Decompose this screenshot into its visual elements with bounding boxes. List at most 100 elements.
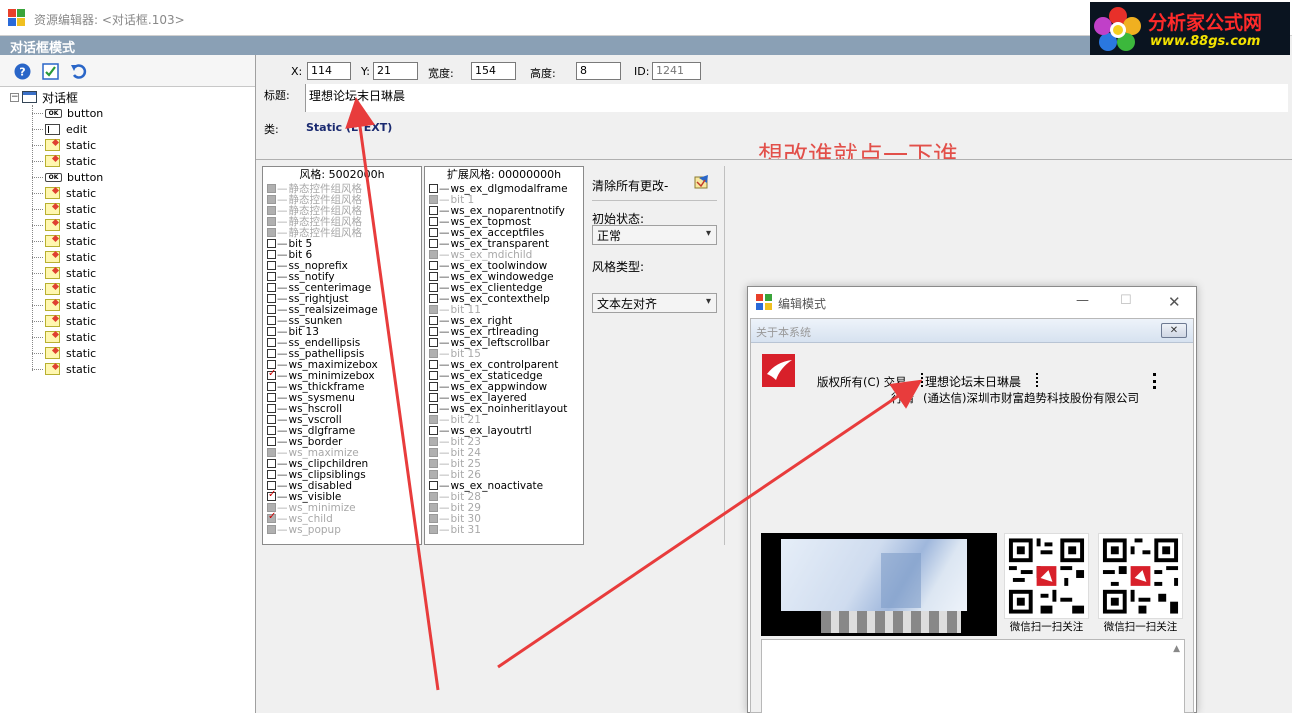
style-option[interactable]: —ws_minimizebox	[263, 368, 421, 382]
checkbox[interactable]	[267, 305, 276, 314]
checkbox[interactable]	[267, 437, 276, 446]
checkbox[interactable]	[267, 327, 276, 336]
checkbox[interactable]	[429, 393, 438, 402]
tree-item-static[interactable]: static	[32, 313, 96, 329]
about-close-button[interactable]: ✕	[1161, 323, 1187, 338]
style-option[interactable]: — ss_sunken	[263, 315, 421, 327]
style-option[interactable]: — ss_rightjust	[263, 293, 421, 305]
exstyle-option[interactable]: — ws_ex_layoutrtl	[425, 425, 583, 437]
checkbox[interactable]	[267, 415, 276, 424]
clear-changes-icon[interactable]	[693, 174, 711, 190]
checkbox[interactable]	[429, 404, 438, 413]
checkbox[interactable]	[429, 261, 438, 270]
style-option[interactable]: — ws_maximizebox	[263, 359, 421, 371]
tree-item-static[interactable]: static	[32, 297, 96, 313]
exstyle-option[interactable]: — ws_ex_topmost	[425, 216, 583, 228]
checkbox[interactable]	[429, 371, 438, 380]
scroll-up-icon[interactable]: ▲	[1173, 644, 1180, 654]
checkbox[interactable]	[267, 489, 276, 501]
checkbox[interactable]	[429, 360, 438, 369]
company-line2[interactable]: (通达信)深圳市财富趋势科技股份有限公司	[923, 390, 1139, 406]
tree-item-static[interactable]: static	[32, 265, 96, 281]
checkbox[interactable]	[267, 470, 276, 479]
minimize-icon[interactable]: —	[1076, 293, 1089, 308]
checkbox[interactable]	[267, 294, 276, 303]
style-option[interactable]: — ws_sysmenu	[263, 392, 421, 404]
style-option[interactable]: — ss_pathellipsis	[263, 348, 421, 360]
exstyle-option[interactable]: — ws_ex_layered	[425, 392, 583, 404]
checkbox[interactable]	[429, 272, 438, 281]
tree-item-static[interactable]: static	[32, 249, 96, 265]
checkbox[interactable]	[267, 393, 276, 402]
checkbox[interactable]	[267, 368, 276, 380]
clear-changes-label[interactable]: 清除所有更改-	[592, 177, 668, 194]
style-option[interactable]: — ss_noprefix	[263, 260, 421, 272]
exstyle-option[interactable]: — ws_ex_windowedge	[425, 271, 583, 283]
exstyle-option[interactable]: — ws_ex_contexthelp	[425, 293, 583, 305]
exstyle-option[interactable]: — ws_ex_right	[425, 315, 583, 327]
close-icon[interactable]: ✕	[1168, 293, 1181, 311]
tree-item-static[interactable]: static	[32, 137, 96, 153]
checkbox[interactable]	[267, 250, 276, 259]
style-option[interactable]: — ss_realsizeimage	[263, 304, 421, 316]
tree-item-edit[interactable]: edit	[32, 121, 87, 137]
x-input[interactable]: 114	[307, 62, 351, 80]
tree-item-static[interactable]: static	[32, 361, 96, 377]
style-option[interactable]: — ws_border	[263, 436, 421, 448]
exstyle-option[interactable]: — ws_ex_noparentnotify	[425, 205, 583, 217]
checkbox[interactable]	[429, 316, 438, 325]
exstyle-option[interactable]: — ws_ex_acceptfiles	[425, 227, 583, 239]
exstyle-option[interactable]: — ws_ex_rtlreading	[425, 326, 583, 338]
checkbox[interactable]	[267, 283, 276, 292]
checkbox[interactable]	[429, 239, 438, 248]
undo-icon[interactable]	[70, 63, 87, 80]
checkbox[interactable]	[267, 272, 276, 281]
style-option[interactable]: — ws_hscroll	[263, 403, 421, 415]
exstyle-option[interactable]: — ws_ex_clientedge	[425, 282, 583, 294]
company-line1[interactable]: 理想论坛末日琳晨	[925, 373, 1021, 390]
checkbox[interactable]	[267, 382, 276, 391]
style-option[interactable]: — bit 13	[263, 326, 421, 338]
tree-item-static[interactable]: static	[32, 185, 96, 201]
checkbox[interactable]	[429, 283, 438, 292]
tree-item-static[interactable]: static	[32, 201, 96, 217]
exstyle-option[interactable]: — ws_ex_noinheritlayout	[425, 403, 583, 415]
style-option[interactable]: — ws_thickframe	[263, 381, 421, 393]
checkbox[interactable]	[429, 294, 438, 303]
initial-state-select[interactable]: 正常 ▾	[592, 225, 717, 245]
checkbox[interactable]	[267, 316, 276, 325]
style-option[interactable]: —ws_visible	[263, 489, 421, 503]
style-option[interactable]: — ss_notify	[263, 271, 421, 283]
checkbox[interactable]	[267, 338, 276, 347]
style-option[interactable]: — ws_clipchildren	[263, 458, 421, 470]
style-option[interactable]: — ws_dlgframe	[263, 425, 421, 437]
checkbox[interactable]	[429, 217, 438, 226]
tree-item-button[interactable]: OK button	[32, 105, 103, 121]
exstyle-option[interactable]: — ws_ex_appwindow	[425, 381, 583, 393]
style-option[interactable]: — ss_endellipsis	[263, 337, 421, 349]
exstyle-option[interactable]: — ws_ex_controlparent	[425, 359, 583, 371]
tree-root-dialog[interactable]: − 对话框	[10, 89, 78, 105]
checkbox[interactable]	[267, 261, 276, 270]
checkbox[interactable]	[267, 404, 276, 413]
style-option[interactable]: — ss_centerimage	[263, 282, 421, 294]
height-input[interactable]: 8	[576, 62, 621, 80]
width-input[interactable]: 154	[471, 62, 516, 80]
title-input[interactable]: 理想论坛末日琳晨	[305, 84, 1288, 112]
tree-item-static[interactable]: static	[32, 217, 96, 233]
checkbox[interactable]	[267, 349, 276, 358]
checkbox[interactable]	[267, 459, 276, 468]
checkbox[interactable]	[429, 327, 438, 336]
style-option[interactable]: — bit 6	[263, 249, 421, 261]
checkbox[interactable]	[429, 206, 438, 215]
help-icon[interactable]: ?	[14, 63, 31, 80]
exstyle-option[interactable]: — ws_ex_toolwindow	[425, 260, 583, 272]
tree-item-static[interactable]: static	[32, 281, 96, 297]
exstyle-option[interactable]: — ws_ex_noactivate	[425, 480, 583, 492]
style-type-select[interactable]: 文本左对齐 ▾	[592, 293, 717, 313]
collapse-icon[interactable]: −	[10, 92, 19, 102]
checkbox[interactable]	[429, 338, 438, 347]
checkbox[interactable]	[429, 426, 438, 435]
y-input[interactable]: 21	[373, 62, 418, 80]
tree-item-button[interactable]: OK button	[32, 169, 103, 185]
